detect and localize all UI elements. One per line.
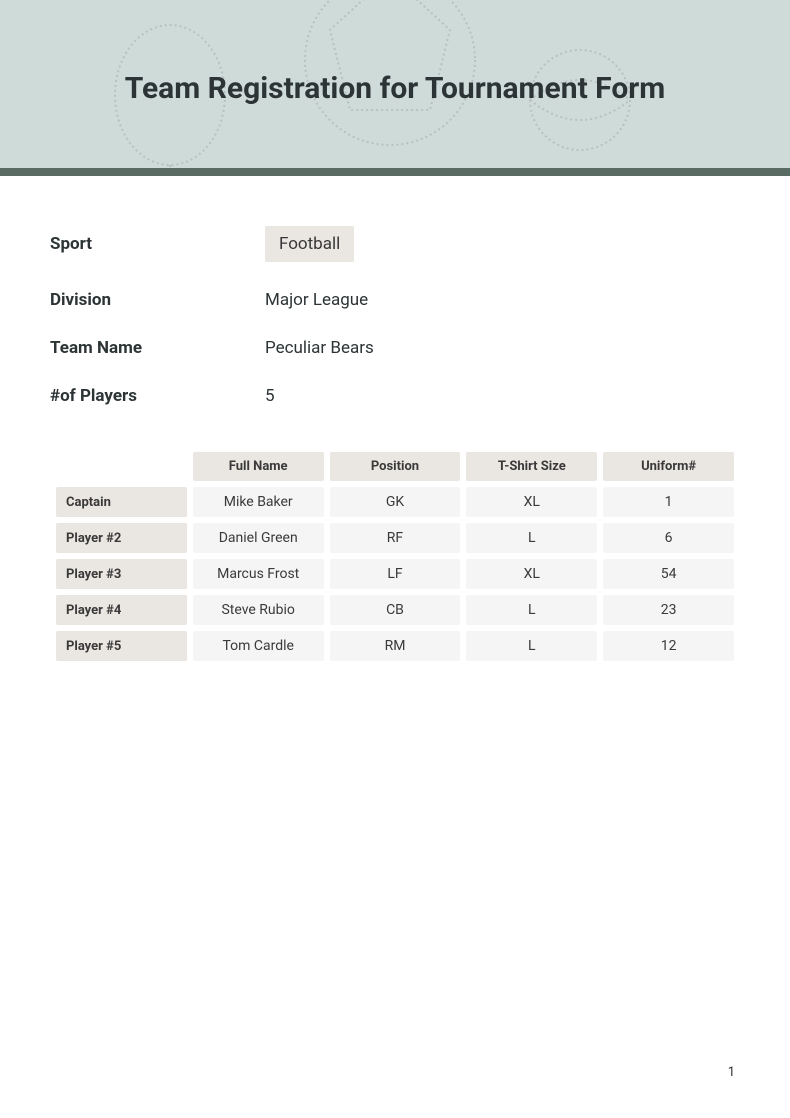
- cell-tshirt-size: XL: [466, 487, 597, 517]
- page-title: Team Registration for Tournament Form: [125, 71, 666, 106]
- row-label: Player #4: [56, 595, 187, 625]
- cell-tshirt-size: L: [466, 595, 597, 625]
- table-row: Captain Mike Baker GK XL 1: [56, 487, 734, 517]
- players-table: Full Name Position T-Shirt Size Uniform#…: [50, 446, 740, 667]
- table-header-full-name: Full Name: [193, 452, 324, 481]
- cell-uniform: 1: [603, 487, 734, 517]
- form-content: Sport Football Division Major League Tea…: [0, 176, 790, 667]
- sport-label: Sport: [50, 234, 265, 254]
- players-count-value: 5: [265, 386, 275, 406]
- table-row: Player #3 Marcus Frost LF XL 54: [56, 559, 734, 589]
- header-banner: Team Registration for Tournament Form: [0, 0, 790, 176]
- cell-full-name: Mike Baker: [193, 487, 324, 517]
- division-value: Major League: [265, 290, 368, 310]
- cell-position: RF: [330, 523, 461, 553]
- page-number: 1: [728, 1065, 735, 1080]
- row-label: Captain: [56, 487, 187, 517]
- cell-uniform: 23: [603, 595, 734, 625]
- table-row: Player #4 Steve Rubio CB L 23: [56, 595, 734, 625]
- table-row: Player #2 Daniel Green RF L 6: [56, 523, 734, 553]
- cell-uniform: 12: [603, 631, 734, 661]
- team-name-label: Team Name: [50, 338, 265, 358]
- field-players-count: #of Players 5: [50, 386, 740, 406]
- cell-full-name: Tom Cardle: [193, 631, 324, 661]
- cell-position: RM: [330, 631, 461, 661]
- cell-full-name: Marcus Frost: [193, 559, 324, 589]
- row-label: Player #2: [56, 523, 187, 553]
- cell-position: CB: [330, 595, 461, 625]
- cell-tshirt-size: XL: [466, 559, 597, 589]
- field-division: Division Major League: [50, 290, 740, 310]
- cell-position: GK: [330, 487, 461, 517]
- division-label: Division: [50, 290, 265, 310]
- field-sport: Sport Football: [50, 226, 740, 262]
- table-header-empty: [56, 452, 187, 481]
- row-label: Player #5: [56, 631, 187, 661]
- sport-value-chip: Football: [265, 226, 354, 262]
- cell-full-name: Steve Rubio: [193, 595, 324, 625]
- table-header-uniform: Uniform#: [603, 452, 734, 481]
- field-team-name: Team Name Peculiar Bears: [50, 338, 740, 358]
- cell-full-name: Daniel Green: [193, 523, 324, 553]
- cell-tshirt-size: L: [466, 523, 597, 553]
- table-row: Player #5 Tom Cardle RM L 12: [56, 631, 734, 661]
- table-header-position: Position: [330, 452, 461, 481]
- team-name-value: Peculiar Bears: [265, 338, 374, 358]
- row-label: Player #3: [56, 559, 187, 589]
- table-header-tshirt-size: T-Shirt Size: [466, 452, 597, 481]
- cell-position: LF: [330, 559, 461, 589]
- table-body: Captain Mike Baker GK XL 1 Player #2 Dan…: [56, 487, 734, 661]
- table-header-row: Full Name Position T-Shirt Size Uniform#: [56, 452, 734, 481]
- cell-tshirt-size: L: [466, 631, 597, 661]
- cell-uniform: 54: [603, 559, 734, 589]
- players-count-label: #of Players: [50, 386, 265, 406]
- cell-uniform: 6: [603, 523, 734, 553]
